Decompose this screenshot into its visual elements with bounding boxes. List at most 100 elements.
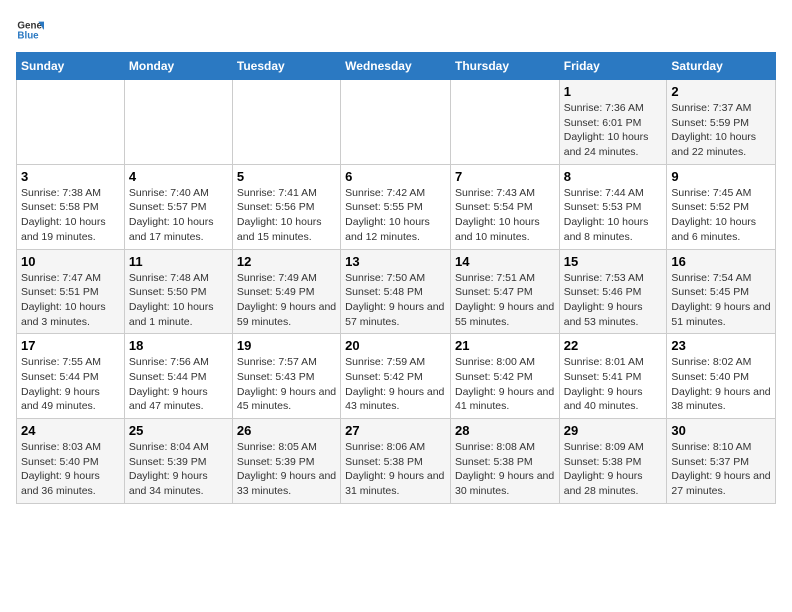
day-cell: 18 Sunrise: 7:56 AM Sunset: 5:44 PM Dayli…	[124, 334, 232, 419]
day-cell: 5 Sunrise: 7:41 AM Sunset: 5:56 PM Daylig…	[232, 164, 340, 249]
day-cell: 11 Sunrise: 7:48 AM Sunset: 5:50 PM Dayli…	[124, 249, 232, 334]
day-number: 19	[237, 338, 336, 353]
week-row-3: 10 Sunrise: 7:47 AM Sunset: 5:51 PM Dayli…	[17, 249, 776, 334]
day-cell: 6 Sunrise: 7:42 AM Sunset: 5:55 PM Daylig…	[341, 164, 451, 249]
logo: General Blue	[16, 16, 44, 44]
day-number: 13	[345, 254, 446, 269]
day-cell: 20 Sunrise: 7:59 AM Sunset: 5:42 PM Dayli…	[341, 334, 451, 419]
day-cell: 21 Sunrise: 8:00 AM Sunset: 5:42 PM Dayli…	[450, 334, 559, 419]
day-number: 22	[564, 338, 663, 353]
day-info: Sunrise: 7:56 AM Sunset: 5:44 PM Dayligh…	[129, 355, 228, 414]
day-cell: 27Sunrise: 8:06 AM Sunset: 5:38 PM Dayli…	[341, 419, 451, 504]
day-number: 8	[564, 169, 663, 184]
day-number: 23	[671, 338, 771, 353]
day-number: 27	[345, 423, 446, 438]
day-info: Sunrise: 7:48 AM Sunset: 5:50 PM Dayligh…	[129, 271, 228, 330]
weekday-header-saturday: Saturday	[667, 53, 776, 80]
day-info: Sunrise: 7:50 AM Sunset: 5:48 PM Dayligh…	[345, 271, 446, 330]
day-info: Sunrise: 7:47 AM Sunset: 5:51 PM Dayligh…	[21, 271, 120, 330]
day-info: Sunrise: 7:51 AM Sunset: 5:47 PM Dayligh…	[455, 271, 555, 330]
day-info: Sunrise: 8:01 AM Sunset: 5:41 PM Dayligh…	[564, 355, 663, 414]
weekday-header-thursday: Thursday	[450, 53, 559, 80]
day-cell: 25 Sunrise: 8:04 AM Sunset: 5:39 PM Dayli…	[124, 419, 232, 504]
day-info: Sunrise: 7:59 AM Sunset: 5:42 PM Dayligh…	[345, 355, 446, 414]
day-number: 2	[671, 84, 771, 99]
day-cell: 3Sunrise: 7:38 AM Sunset: 5:58 PM Daylig…	[17, 164, 125, 249]
day-cell: 15 Sunrise: 7:53 AM Sunset: 5:46 PM Dayli…	[559, 249, 667, 334]
day-number: 26	[237, 423, 336, 438]
day-number: 30	[671, 423, 771, 438]
day-cell: 24Sunrise: 8:03 AM Sunset: 5:40 PM Dayli…	[17, 419, 125, 504]
day-info: Sunrise: 8:10 AM Sunset: 5:37 PM Dayligh…	[671, 440, 771, 499]
day-number: 29	[564, 423, 663, 438]
day-cell: 16 Sunrise: 7:54 AM Sunset: 5:45 PM Dayli…	[667, 249, 776, 334]
day-cell: 2Sunrise: 7:37 AM Sunset: 5:59 PM Daylig…	[667, 80, 776, 165]
day-number: 15	[564, 254, 663, 269]
day-info: Sunrise: 8:02 AM Sunset: 5:40 PM Dayligh…	[671, 355, 771, 414]
day-cell: 30 Sunrise: 8:10 AM Sunset: 5:37 PM Dayli…	[667, 419, 776, 504]
day-number: 11	[129, 254, 228, 269]
weekday-header-tuesday: Tuesday	[232, 53, 340, 80]
day-info: Sunrise: 8:00 AM Sunset: 5:42 PM Dayligh…	[455, 355, 555, 414]
svg-text:Blue: Blue	[17, 30, 39, 41]
day-number: 28	[455, 423, 555, 438]
day-cell: 4 Sunrise: 7:40 AM Sunset: 5:57 PM Daylig…	[124, 164, 232, 249]
day-number: 5	[237, 169, 336, 184]
day-info: Sunrise: 7:45 AM Sunset: 5:52 PM Dayligh…	[671, 186, 771, 245]
day-number: 4	[129, 169, 228, 184]
day-cell: 23 Sunrise: 8:02 AM Sunset: 5:40 PM Dayli…	[667, 334, 776, 419]
logo-icon: General Blue	[16, 16, 44, 44]
day-cell: 9Sunrise: 7:45 AM Sunset: 5:52 PM Daylig…	[667, 164, 776, 249]
day-number: 25	[129, 423, 228, 438]
day-cell: 26 Sunrise: 8:05 AM Sunset: 5:39 PM Dayli…	[232, 419, 340, 504]
day-info: Sunrise: 8:09 AM Sunset: 5:38 PM Dayligh…	[564, 440, 663, 499]
day-cell	[450, 80, 559, 165]
day-cell: 29 Sunrise: 8:09 AM Sunset: 5:38 PM Dayli…	[559, 419, 667, 504]
day-cell: 10 Sunrise: 7:47 AM Sunset: 5:51 PM Dayli…	[17, 249, 125, 334]
day-number: 14	[455, 254, 555, 269]
day-number: 17	[21, 338, 120, 353]
day-cell: 1Sunrise: 7:36 AM Sunset: 6:01 PM Daylig…	[559, 80, 667, 165]
day-number: 6	[345, 169, 446, 184]
day-cell	[17, 80, 125, 165]
day-cell: 7 Sunrise: 7:43 AM Sunset: 5:54 PM Daylig…	[450, 164, 559, 249]
day-number: 21	[455, 338, 555, 353]
calendar-table: SundayMondayTuesdayWednesdayThursdayFrid…	[16, 52, 776, 504]
week-row-5: 24Sunrise: 8:03 AM Sunset: 5:40 PM Dayli…	[17, 419, 776, 504]
day-cell	[124, 80, 232, 165]
day-cell: 22 Sunrise: 8:01 AM Sunset: 5:41 PM Dayli…	[559, 334, 667, 419]
day-info: Sunrise: 7:41 AM Sunset: 5:56 PM Dayligh…	[237, 186, 336, 245]
weekday-header-monday: Monday	[124, 53, 232, 80]
day-cell	[341, 80, 451, 165]
day-info: Sunrise: 7:40 AM Sunset: 5:57 PM Dayligh…	[129, 186, 228, 245]
day-info: Sunrise: 8:08 AM Sunset: 5:38 PM Dayligh…	[455, 440, 555, 499]
day-number: 3	[21, 169, 120, 184]
day-info: Sunrise: 7:55 AM Sunset: 5:44 PM Dayligh…	[21, 355, 120, 414]
day-cell: 14 Sunrise: 7:51 AM Sunset: 5:47 PM Dayli…	[450, 249, 559, 334]
day-info: Sunrise: 7:43 AM Sunset: 5:54 PM Dayligh…	[455, 186, 555, 245]
day-number: 10	[21, 254, 120, 269]
day-cell	[232, 80, 340, 165]
day-cell: 19 Sunrise: 7:57 AM Sunset: 5:43 PM Dayli…	[232, 334, 340, 419]
day-number: 1	[564, 84, 663, 99]
day-cell: 8Sunrise: 7:44 AM Sunset: 5:53 PM Daylig…	[559, 164, 667, 249]
day-number: 16	[671, 254, 771, 269]
weekday-header-sunday: Sunday	[17, 53, 125, 80]
day-info: Sunrise: 7:49 AM Sunset: 5:49 PM Dayligh…	[237, 271, 336, 330]
day-number: 18	[129, 338, 228, 353]
day-cell: 17 Sunrise: 7:55 AM Sunset: 5:44 PM Dayli…	[17, 334, 125, 419]
day-number: 7	[455, 169, 555, 184]
day-cell: 13 Sunrise: 7:50 AM Sunset: 5:48 PM Dayli…	[341, 249, 451, 334]
day-info: Sunrise: 7:42 AM Sunset: 5:55 PM Dayligh…	[345, 186, 446, 245]
day-info: Sunrise: 7:57 AM Sunset: 5:43 PM Dayligh…	[237, 355, 336, 414]
day-number: 20	[345, 338, 446, 353]
day-info: Sunrise: 8:04 AM Sunset: 5:39 PM Dayligh…	[129, 440, 228, 499]
day-info: Sunrise: 8:05 AM Sunset: 5:39 PM Dayligh…	[237, 440, 336, 499]
day-info: Sunrise: 7:53 AM Sunset: 5:46 PM Dayligh…	[564, 271, 663, 330]
week-row-1: 1Sunrise: 7:36 AM Sunset: 6:01 PM Daylig…	[17, 80, 776, 165]
day-info: Sunrise: 7:54 AM Sunset: 5:45 PM Dayligh…	[671, 271, 771, 330]
page-header: General Blue	[16, 16, 776, 44]
day-cell: 28 Sunrise: 8:08 AM Sunset: 5:38 PM Dayli…	[450, 419, 559, 504]
day-info: Sunrise: 8:03 AM Sunset: 5:40 PM Dayligh…	[21, 440, 120, 499]
weekday-header-row: SundayMondayTuesdayWednesdayThursdayFrid…	[17, 53, 776, 80]
